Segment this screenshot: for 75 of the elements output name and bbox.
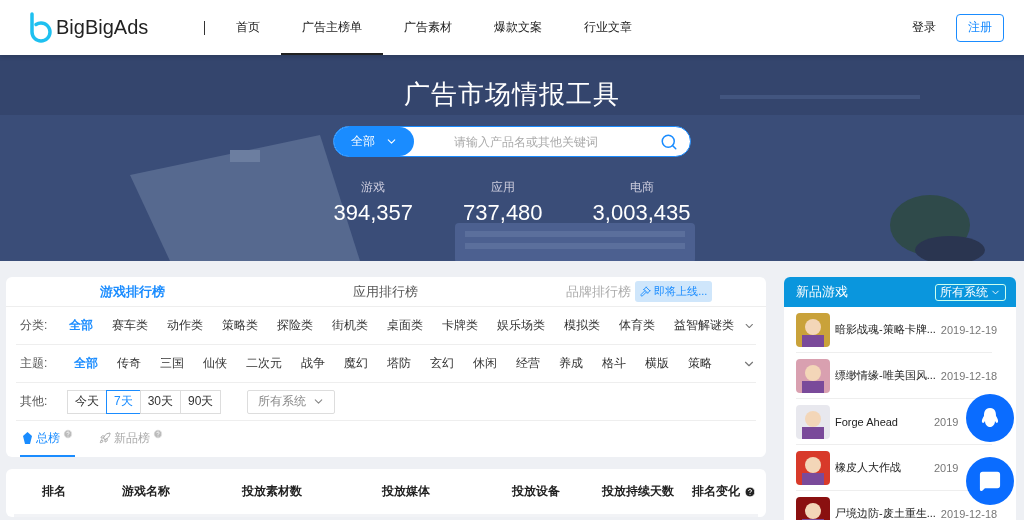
- filter-option[interactable]: 养成: [549, 355, 592, 372]
- stat-label: 电商: [629, 179, 654, 196]
- game-name[interactable]: Forge Ahead: [835, 415, 898, 428]
- nav-link[interactable]: 行业文章: [563, 0, 653, 55]
- filter-option[interactable]: 卡牌类: [432, 317, 488, 334]
- register-button[interactable]: 注册: [956, 13, 1004, 42]
- help-icon[interactable]: [744, 485, 756, 498]
- filter-option[interactable]: 模拟类: [554, 317, 610, 334]
- search-icon[interactable]: [660, 132, 678, 151]
- filter-option[interactable]: 二次元: [236, 355, 291, 372]
- filter-option[interactable]: 魔幻: [334, 355, 377, 372]
- list-tab[interactable]: 总榜: [20, 421, 75, 457]
- column-header: 投放素材数: [242, 483, 303, 500]
- period-button[interactable]: 今天: [67, 389, 107, 414]
- release-date: 2019-12-18: [940, 369, 999, 382]
- stat-label: 游戏: [361, 179, 386, 196]
- filter-option[interactable]: 格斗: [592, 355, 635, 372]
- filter-option[interactable]: 探险类: [267, 317, 323, 334]
- period-button[interactable]: 30天: [139, 389, 182, 414]
- stat-label: 应用: [490, 179, 515, 196]
- period-button[interactable]: 7天: [106, 389, 141, 414]
- filter-option[interactable]: 策略: [678, 355, 721, 372]
- panel-title: 新品游戏: [796, 283, 848, 301]
- filter-option[interactable]: 塔防: [377, 355, 420, 372]
- filter-option[interactable]: 休闲: [463, 355, 506, 372]
- game-name[interactable]: 暗影战魂-策略卡牌...: [835, 322, 936, 337]
- logo-text: BigBigAds: [56, 16, 149, 39]
- rocket-icon: [99, 432, 111, 444]
- filter-option[interactable]: 三国: [150, 355, 193, 372]
- chat-icon: [979, 470, 1001, 492]
- gavel-icon: [640, 286, 652, 297]
- penguin-icon: [980, 407, 1000, 429]
- stat-value: 3,003,435: [592, 200, 691, 226]
- leaf-icon: [22, 431, 33, 445]
- system-dropdown[interactable]: 所有系统: [247, 389, 336, 414]
- filter-option[interactable]: 经营: [506, 355, 549, 372]
- release-date: 2019: [934, 415, 960, 428]
- release-date: 2019-12-19: [940, 323, 999, 336]
- coming-soon-badge: 即将上线...: [635, 281, 713, 302]
- filter-label: 分类:: [20, 317, 49, 334]
- filter-option[interactable]: 益智解谜类: [664, 317, 744, 334]
- filter-option[interactable]: 体育类: [609, 317, 665, 334]
- nav-link[interactable]: 广告素材: [383, 0, 473, 55]
- period-button[interactable]: 90天: [180, 389, 222, 414]
- nav-link[interactable]: 爆款文案: [473, 0, 563, 55]
- filter-option[interactable]: 仙侠: [193, 355, 236, 372]
- filter-option[interactable]: 策略类: [212, 317, 268, 334]
- logo-icon: [28, 11, 54, 44]
- column-header: 排名: [42, 483, 67, 500]
- nav-link[interactable]: 首页: [215, 0, 281, 55]
- column-header: 游戏名称: [122, 483, 171, 500]
- stat-value: 394,357: [333, 200, 414, 226]
- hero-title: 广告市场情报工具: [404, 78, 620, 111]
- filter-label: 其他:: [20, 393, 49, 410]
- filter-option[interactable]: 传奇: [107, 355, 150, 372]
- filter-option[interactable]: 玄幻: [420, 355, 463, 372]
- column-header: 投放设备: [512, 483, 561, 500]
- filter-option[interactable]: 横版: [635, 355, 678, 372]
- filter-option[interactable]: 动作类: [157, 317, 213, 334]
- filter-label: 主题:: [20, 355, 49, 372]
- filter-option[interactable]: 街机类: [322, 317, 378, 334]
- game-name[interactable]: 橡皮人大作战: [835, 460, 901, 475]
- filter-option[interactable]: 桌面类: [377, 317, 433, 334]
- filter-option[interactable]: 战争: [291, 355, 334, 372]
- column-header: 投放持续天数: [602, 483, 675, 500]
- game-name[interactable]: 缥缈情缘-唯美国风...: [835, 368, 936, 383]
- filter-option[interactable]: 娱乐场类: [487, 317, 555, 334]
- game-name[interactable]: 尸境边防-废土重生...: [835, 506, 936, 520]
- filter-option[interactable]: 赛车类: [102, 317, 158, 334]
- login-link[interactable]: 登录: [912, 19, 936, 36]
- rank-tab[interactable]: 应用排行榜: [259, 282, 513, 301]
- stat-value: 737,480: [463, 200, 543, 226]
- release-date: 2019-12-18: [940, 507, 999, 520]
- column-header: 投放媒体: [382, 483, 431, 500]
- release-date: 2019: [934, 461, 960, 474]
